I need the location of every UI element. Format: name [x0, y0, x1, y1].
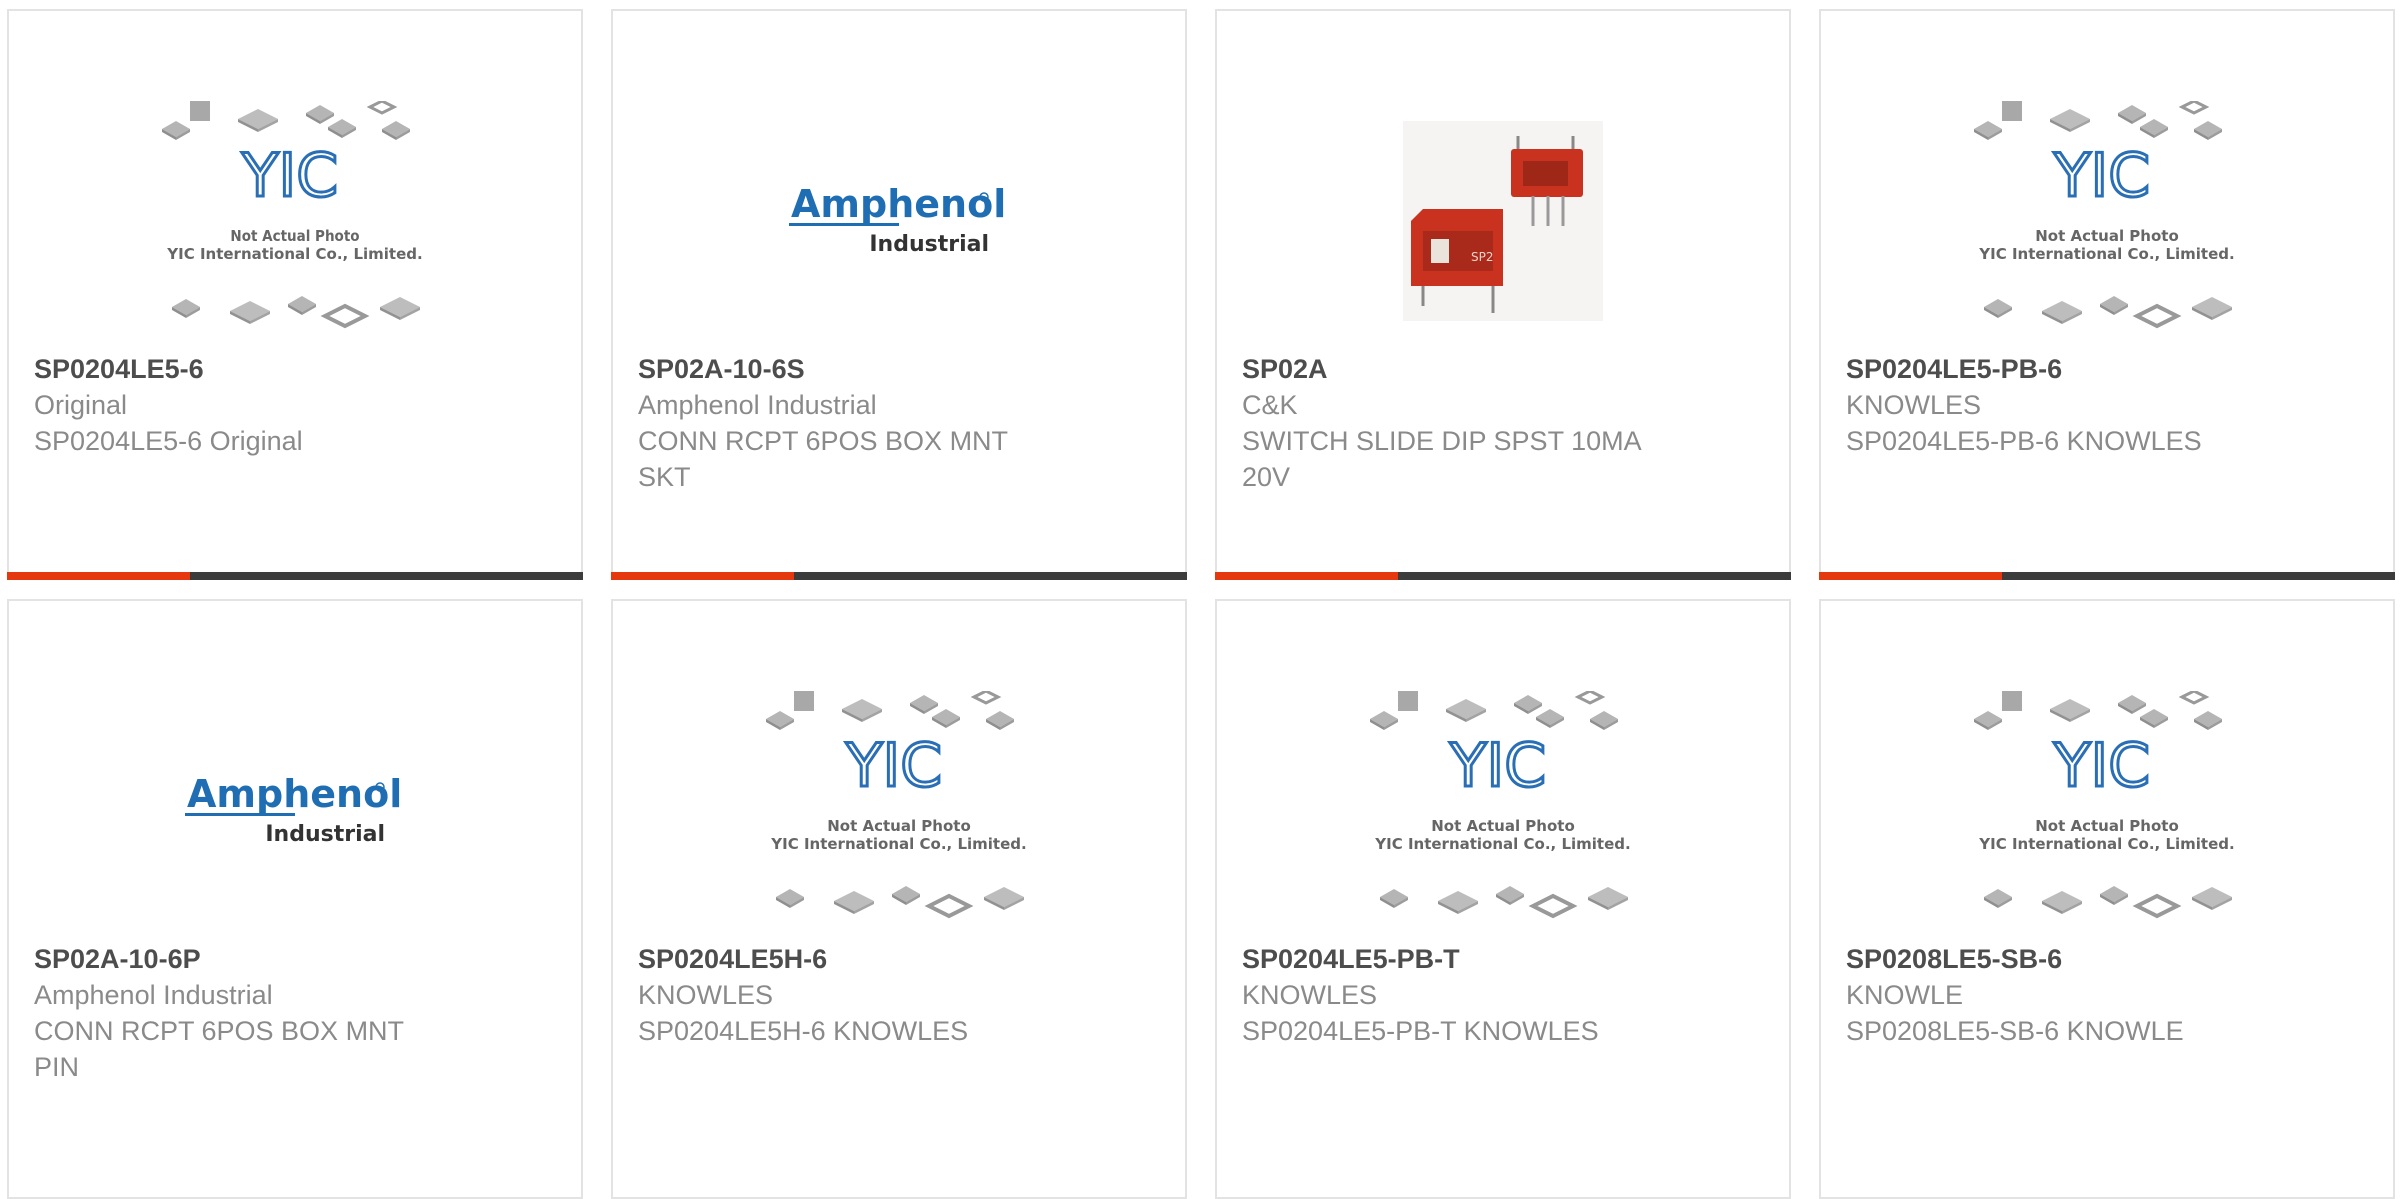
card-accent-bar — [7, 572, 583, 580]
card-accent-bar — [611, 572, 1187, 580]
manufacturer: KNOWLES — [638, 980, 774, 1010]
description: SP0204LE5-PB-6 KNOWLES — [1846, 426, 2202, 456]
product-card[interactable]: YIC Not Actual Photo YIC International C… — [1819, 9, 2395, 580]
card-accent-bar — [1819, 572, 2395, 580]
svg-text:Amphenol: Amphenol — [791, 182, 1006, 226]
svg-text:YIC International Co., Limited: YIC International Co., Limited. — [1374, 835, 1630, 853]
manufacturer: KNOWLE — [1846, 980, 1964, 1010]
manufacturer: C&K — [1242, 390, 1298, 420]
not-actual-photo-icon: YIC Not Actual Photo YIC International C… — [1217, 681, 1789, 941]
product-card[interactable]: YIC Not Actual Photo YIC International C… — [7, 9, 583, 580]
part-number[interactable]: SP0204LE5-6 — [34, 351, 556, 387]
not-actual-photo-icon: YIC Not Actual Photo YIC International C… — [1821, 681, 2393, 941]
manufacturer: Amphenol Industrial — [34, 980, 273, 1010]
part-number[interactable]: SP0204LE5-PB-6 — [1846, 351, 2368, 387]
svg-text:YIC: YIC — [845, 731, 942, 801]
description: SP0204LE5-PB-T KNOWLES — [1242, 1016, 1599, 1046]
slide-switch-photo-icon: SP2 — [1217, 91, 1789, 351]
svg-text:YIC: YIC — [2053, 731, 2150, 801]
product-card[interactable]: YIC Not Actual Photo YIC International C… — [611, 599, 1187, 1199]
part-number[interactable]: SP02A-10-6S — [638, 351, 1160, 387]
description: SP0208LE5-SB-6 KNOWLE — [1846, 1016, 2184, 1046]
part-number[interactable]: SP0208LE5-SB-6 — [1846, 941, 2368, 977]
svg-text:YIC International Co., Limited: YIC International Co., Limited. — [1978, 245, 2234, 263]
manufacturer: Amphenol Industrial — [638, 390, 877, 420]
product-card[interactable]: Amphenol Industrial SP02A-10-6S Amphenol… — [611, 9, 1187, 580]
svg-text:Industrial: Industrial — [265, 822, 385, 847]
svg-text:Not Actual Photo: Not Actual Photo — [2035, 227, 2179, 245]
product-card[interactable]: YIC Not Actual Photo YIC International C… — [1215, 599, 1791, 1199]
svg-text:YIC: YIC — [1449, 731, 1546, 801]
svg-text:YIC International Co., Limited: YIC International Co., Limited. — [1978, 835, 2234, 853]
description: SP0204LE5H-6 KNOWLES — [638, 1016, 969, 1046]
product-grid: YIC Not Actual Photo YIC International C… — [0, 0, 2400, 1199]
svg-text:Not Actual Photo: Not Actual Photo — [2035, 817, 2179, 835]
description: SP0204LE5-6 Original — [34, 426, 303, 456]
part-number[interactable]: SP02A — [1242, 351, 1764, 387]
svg-text:Amphenol: Amphenol — [187, 772, 402, 816]
not-actual-photo-icon: YIC Not Actual Photo YIC International C… — [613, 681, 1185, 941]
svg-text:Industrial: Industrial — [869, 232, 989, 257]
svg-text:YIC: YIC — [2053, 141, 2150, 211]
amphenol-logo-icon: Amphenol Industrial — [9, 681, 581, 941]
not-actual-photo-icon: YIC Not Actual Photo YIC International C… — [9, 91, 581, 351]
description: CONN RCPT 6POS BOX MNT PIN — [34, 1016, 404, 1082]
manufacturer: Original — [34, 390, 128, 420]
product-card[interactable]: SP2 SP02A C&K SWITCH SLIDE DIP SPST 10MA… — [1215, 9, 1791, 580]
amphenol-logo-icon: Amphenol Industrial — [613, 91, 1185, 351]
product-card[interactable]: YIC Not Actual Photo YIC International C… — [1819, 599, 2395, 1199]
not-actual-photo-icon: YIC Not Actual Photo YIC International C… — [1821, 91, 2393, 351]
svg-text:Not Actual Photo: Not Actual Photo — [827, 817, 971, 835]
manufacturer: KNOWLES — [1242, 980, 1378, 1010]
svg-text:YIC International Co., Limited: YIC International Co., Limited. — [166, 245, 422, 263]
part-number[interactable]: SP0204LE5-PB-T — [1242, 941, 1764, 977]
part-number[interactable]: SP02A-10-6P — [34, 941, 556, 977]
card-accent-bar — [1215, 572, 1791, 580]
description: CONN RCPT 6POS BOX MNT SKT — [638, 426, 1008, 492]
svg-text:YIC International Co., Limited: YIC International Co., Limited. — [770, 835, 1026, 853]
svg-text:YIC: YIC — [241, 141, 338, 211]
svg-text:SP2: SP2 — [1471, 250, 1494, 264]
product-card[interactable]: Amphenol Industrial SP02A-10-6P Amphenol… — [7, 599, 583, 1199]
svg-text:Not Actual Photo: Not Actual Photo — [1431, 817, 1575, 835]
svg-text:Not Actual Photo: Not Actual Photo — [230, 227, 359, 245]
part-number[interactable]: SP0204LE5H-6 — [638, 941, 1160, 977]
manufacturer: KNOWLES — [1846, 390, 1982, 420]
description: SWITCH SLIDE DIP SPST 10MA 20V — [1242, 426, 1641, 492]
